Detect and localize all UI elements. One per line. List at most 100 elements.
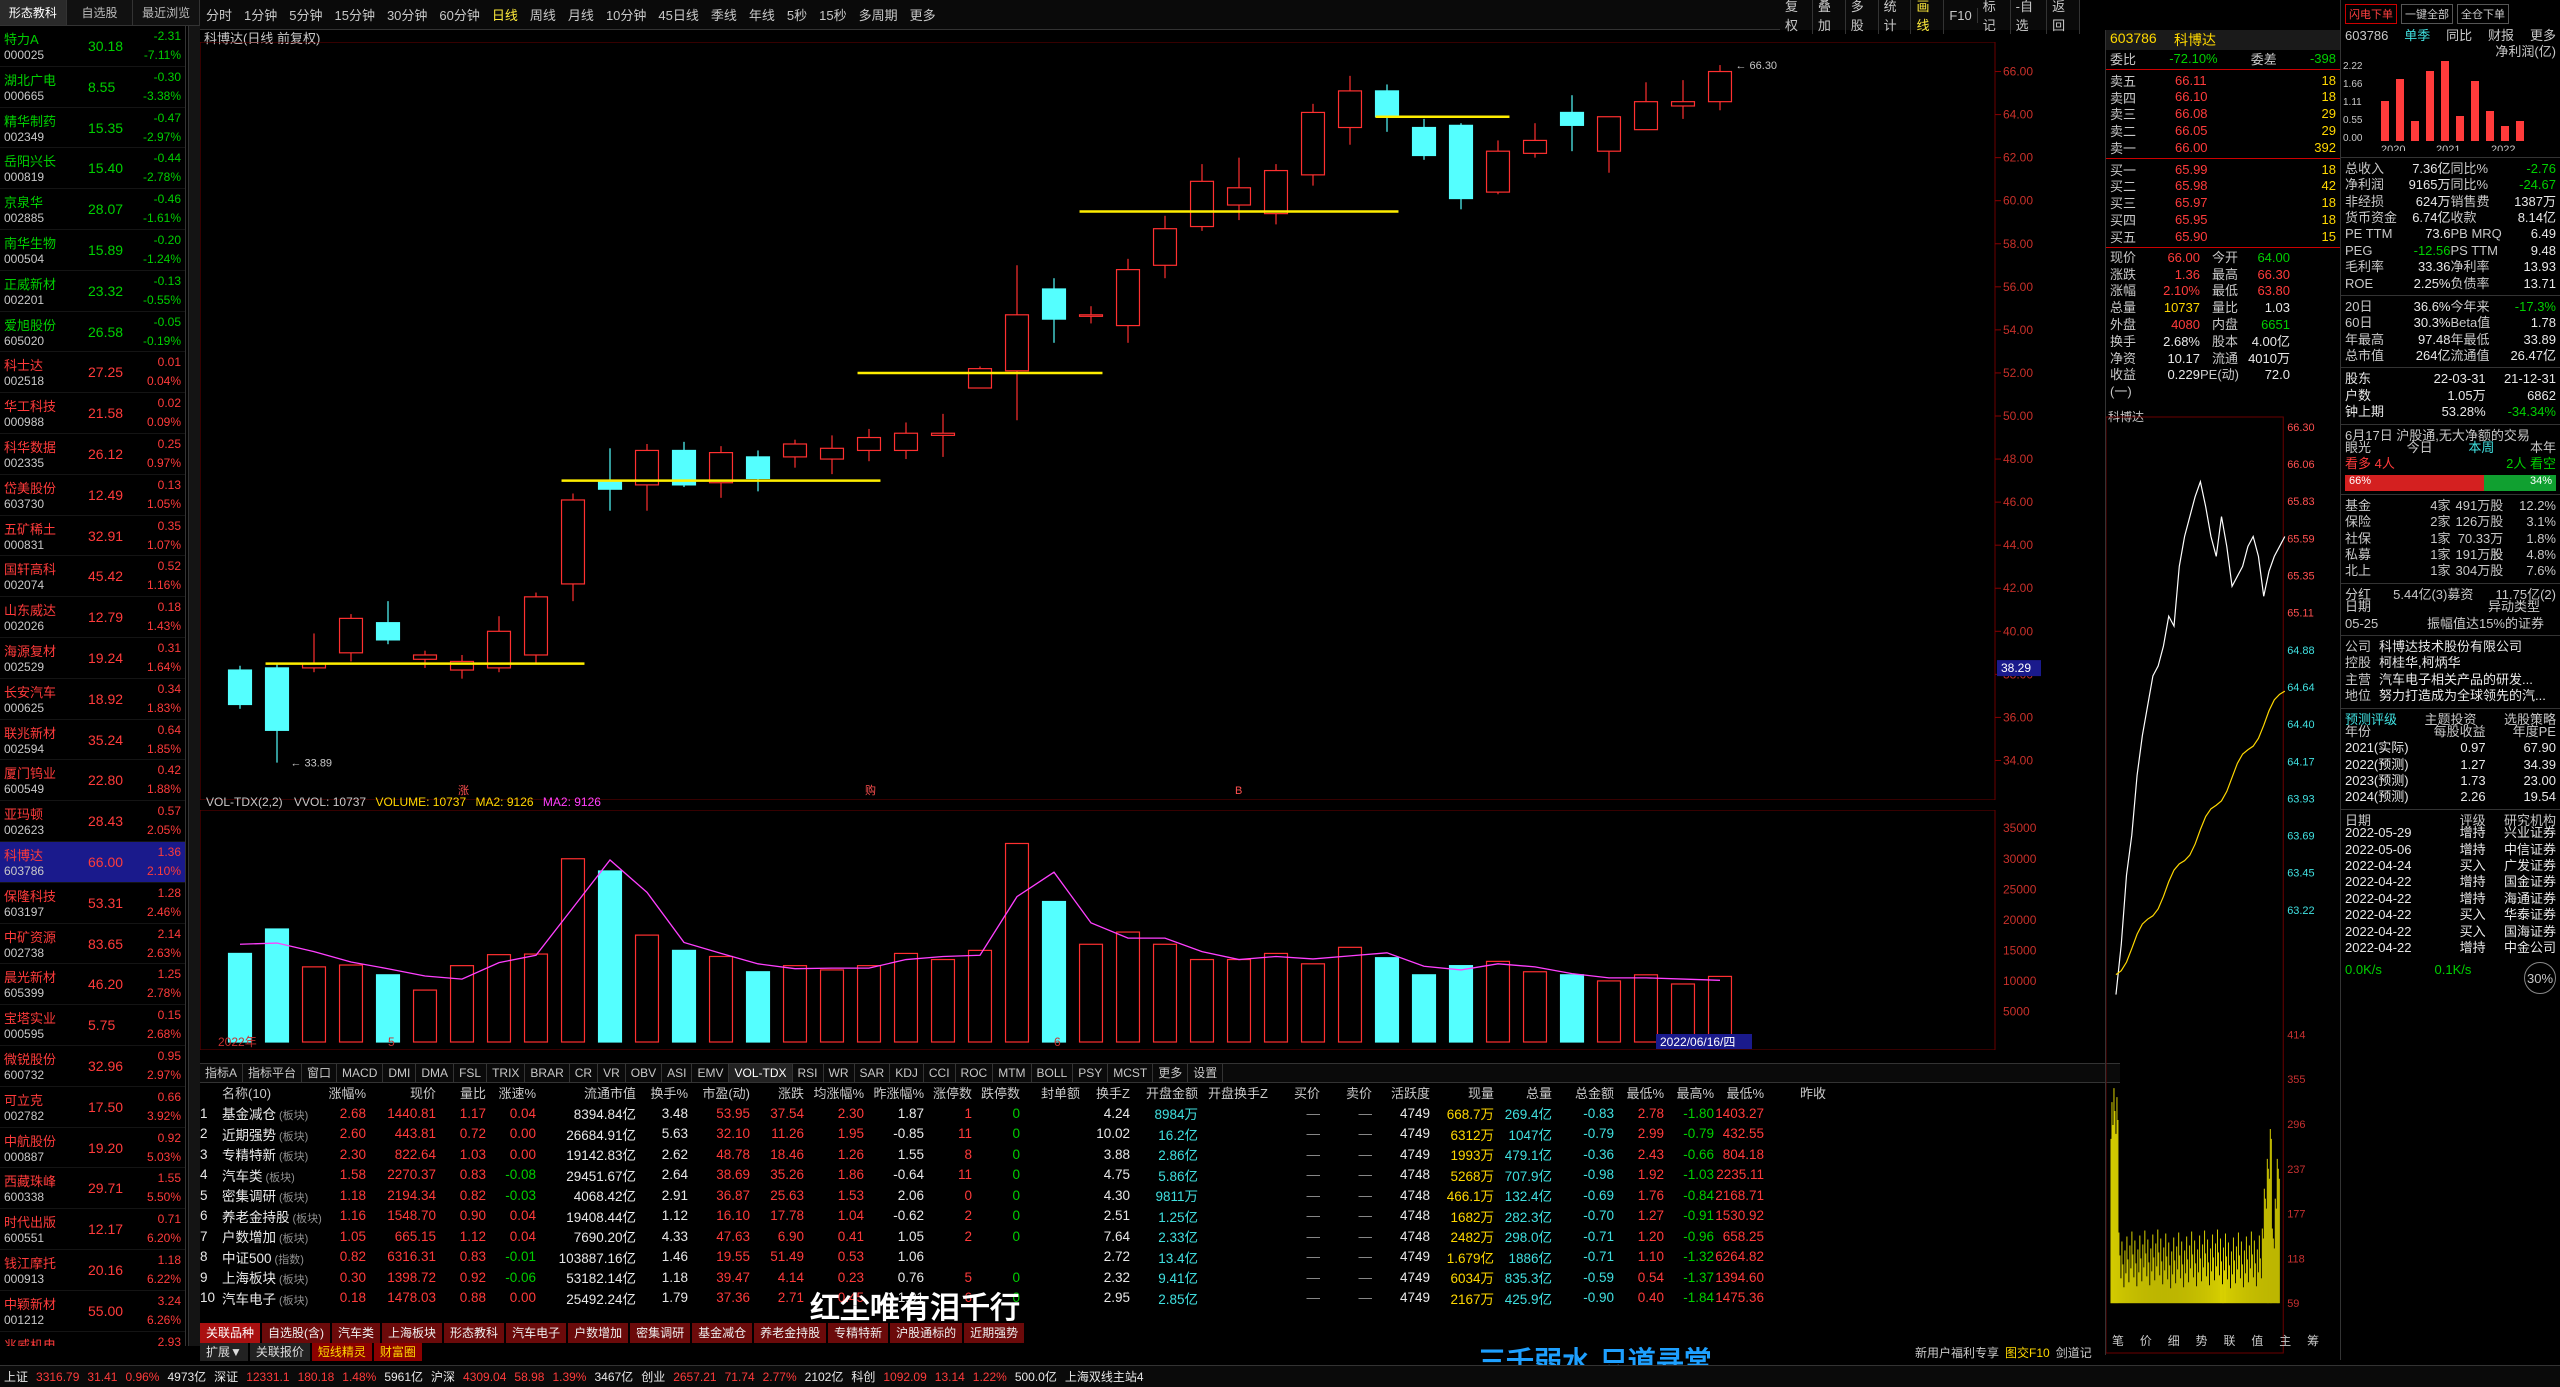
- sector-tab[interactable]: 形态教科: [444, 1323, 505, 1343]
- bid-row[interactable]: 买二 65.98 42: [2106, 178, 2340, 194]
- ind-tab[interactable]: OBV: [626, 1064, 663, 1082]
- ind-tab[interactable]: EMV: [692, 1064, 730, 1082]
- stock-row[interactable]: 岱美股份 603730 12.49 0.13 1.05%: [0, 475, 185, 516]
- stock-row[interactable]: 中颖新材 001212 55.00 3.24 6.26%: [0, 1291, 185, 1332]
- th-cell[interactable]: 开盘换手Z: [1198, 1083, 1268, 1103]
- stock-row[interactable]: 京泉华 002885 28.07 -0.46 -1.61%: [0, 189, 185, 230]
- th-cell[interactable]: 总金额: [1552, 1083, 1614, 1103]
- period-日线[interactable]: 日线: [486, 5, 524, 24]
- table-row[interactable]: 8 中证500 (指数) 0.82 6316.31 0.83 -0.01 103887.16亿…: [200, 1247, 2100, 1268]
- ind-tab[interactable]: TRIX: [487, 1064, 526, 1082]
- sector-tab[interactable]: 上海板块: [382, 1323, 443, 1343]
- tool-button[interactable]: 叠加: [1813, 0, 1846, 34]
- th-cell[interactable]: 总量: [1494, 1083, 1552, 1103]
- stock-row[interactable]: 正威新材 002201 23.32 -0.13 -0.55%: [0, 271, 185, 312]
- th-cell[interactable]: 均涨幅%: [804, 1083, 864, 1103]
- stock-row[interactable]: 厦门钨业 600549 22.80 0.42 1.88%: [0, 760, 185, 802]
- ind-tab[interactable]: 窗口: [302, 1064, 338, 1082]
- mini-tab[interactable]: 筹: [2307, 1334, 2319, 1348]
- table-row[interactable]: 1 基金减仓 (板块) 2.68 1440.81 1.17 0.04 8394.84亿 3.48…: [200, 1103, 2100, 1124]
- period-分时[interactable]: 分时: [200, 5, 238, 24]
- th-cell[interactable]: 量比: [436, 1083, 486, 1103]
- mini-tab[interactable]: 笔: [2112, 1333, 2124, 1348]
- stock-row[interactable]: 兆威机电0030212.93: [0, 1332, 185, 1347]
- bid-row[interactable]: 买四 65.95 18: [2106, 211, 2340, 228]
- period-更多[interactable]: 更多: [904, 5, 942, 24]
- sword-link[interactable]: 剑道记: [2056, 1344, 2092, 1361]
- th-cell[interactable]: 换手Z: [1080, 1083, 1130, 1103]
- ask-row[interactable]: 卖二 66.05 29: [2106, 122, 2340, 139]
- th-cell[interactable]: 跌停数: [972, 1083, 1020, 1103]
- period-15分钟[interactable]: 15分钟: [328, 5, 380, 24]
- order-button[interactable]: 一键全部: [2401, 4, 2453, 24]
- table-row[interactable]: 5 密集调研 (板块) 1.18 2194.34 0.82 -0.03 4068.42亿 2.9…: [200, 1185, 2100, 1206]
- tab-watchlist[interactable]: 自选股: [67, 0, 134, 25]
- cell[interactable]: 本年: [2530, 440, 2556, 456]
- stock-row[interactable]: 保隆科技 603197 53.31 1.28 2.46%: [0, 883, 185, 924]
- stock-row[interactable]: 科士达 002518 27.25 0.01 0.04%: [0, 352, 185, 394]
- stock-row[interactable]: 南华生物 000504 15.89 -0.20 -1.24%: [0, 230, 185, 271]
- stock-row[interactable]: 五矿稀土 000831 32.91 0.35 1.07%: [0, 516, 185, 557]
- th-cell[interactable]: 卖价: [1320, 1083, 1372, 1103]
- stock-row[interactable]: 爱旭股份 605020 26.58 -0.05 -0.19%: [0, 312, 185, 353]
- th-cell[interactable]: 涨跌: [750, 1083, 804, 1103]
- th-cell[interactable]: [200, 1083, 222, 1103]
- mini-tab[interactable]: 主: [2279, 1334, 2291, 1348]
- ind-tab[interactable]: 指标A: [200, 1064, 244, 1082]
- sector-tab[interactable]: 近期强势: [964, 1323, 1025, 1343]
- ask-row[interactable]: 卖五 66.11 18: [2106, 72, 2340, 89]
- ind-tab[interactable]: ROC: [956, 1064, 994, 1082]
- ind-tab[interactable]: ASI: [662, 1064, 693, 1082]
- table-row[interactable]: 10 汽车电子 (板块) 0.18 1478.03 0.88 0.00 25492.24亿 1.…: [200, 1288, 2100, 1309]
- sector-tab[interactable]: 养老金持股: [754, 1323, 827, 1343]
- th-cell[interactable]: 最低%: [1714, 1083, 1764, 1103]
- ext-tab[interactable]: 扩展▼: [200, 1343, 248, 1361]
- table-row[interactable]: 4 汽车类 (板块) 1.58 2270.37 0.83 -0.08 29451.67亿 2.6…: [200, 1165, 2100, 1186]
- period-多周期[interactable]: 多周期: [853, 5, 904, 24]
- cell[interactable]: 本周: [2468, 440, 2494, 456]
- ind-tab[interactable]: BOLL: [1032, 1064, 1074, 1082]
- stock-row[interactable]: 晨光新材 605399 46.20 1.25 2.78%: [0, 964, 185, 1006]
- ext-tab[interactable]: 财富圈: [373, 1343, 422, 1361]
- stock-row[interactable]: 岳阳兴长 000819 15.40 -0.44 -2.78%: [0, 148, 185, 190]
- stock-row[interactable]: 特力A 000025 30.18 -2.31 -7.11%: [0, 26, 185, 67]
- th-cell[interactable]: 昨收: [1764, 1083, 1826, 1103]
- ind-tab[interactable]: 更多: [1153, 1064, 1189, 1082]
- fin-tab[interactable]: 同比: [2446, 28, 2472, 44]
- sector-tab[interactable]: 关联品种: [200, 1323, 261, 1343]
- table-row[interactable]: 2 近期强势 (板块) 2.60 443.81 0.72 0.00 26684.91亿 5.63…: [200, 1124, 2100, 1145]
- table-row[interactable]: 7 户数增加 (板块) 1.05 665.15 1.12 0.04 7690.20亿 4.33 4…: [200, 1226, 2100, 1247]
- ind-tab[interactable]: 指标平台: [243, 1064, 303, 1082]
- stock-row[interactable]: 华工科技 000988 21.58 0.02 0.09%: [0, 393, 185, 434]
- ind-tab[interactable]: MCST: [1108, 1064, 1154, 1082]
- th-cell[interactable]: 开盘金额: [1130, 1083, 1198, 1103]
- sector-tab[interactable]: 汽车电子: [506, 1323, 567, 1343]
- sector-tab[interactable]: 户数增加: [568, 1323, 629, 1343]
- period-1分钟[interactable]: 1分钟: [238, 5, 283, 24]
- table-row[interactable]: 6 养老金持股 (板块) 1.16 1548.70 0.90 0.04 19408.44亿 1.…: [200, 1206, 2100, 1227]
- period-5秒[interactable]: 5秒: [781, 5, 813, 24]
- stock-row[interactable]: 国轩高科 002074 45.42 0.52 1.16%: [0, 556, 185, 598]
- ind-tab[interactable]: WR: [824, 1064, 855, 1082]
- mini-tab[interactable]: 势: [2196, 1334, 2208, 1348]
- tool-button[interactable]: 统计: [1879, 0, 1912, 34]
- stock-row[interactable]: 联兆新材 002594 35.24 0.64 1.85%: [0, 720, 185, 761]
- order-button[interactable]: 全仓下单: [2457, 4, 2509, 24]
- ind-tab[interactable]: KDJ: [890, 1064, 924, 1082]
- th-cell[interactable]: 最高%: [1664, 1083, 1714, 1103]
- th-cell[interactable]: 换手%: [636, 1083, 688, 1103]
- order-button[interactable]: 闪电下单: [2345, 4, 2397, 24]
- th-cell[interactable]: 昨涨幅%: [864, 1083, 924, 1103]
- mini-tab[interactable]: 联: [2223, 1334, 2235, 1348]
- stock-row[interactable]: 微锐股份 600732 32.96 0.95 2.97%: [0, 1046, 185, 1087]
- sector-tab[interactable]: 汽车类: [332, 1323, 381, 1343]
- tab-pattern[interactable]: 形态教科: [0, 0, 67, 25]
- stock-row[interactable]: 海源复材 002529 19.24 0.31 1.64%: [0, 638, 185, 679]
- tool-button[interactable]: -自选: [2011, 0, 2048, 34]
- th-cell[interactable]: 流通市值: [536, 1083, 636, 1103]
- ext-tab[interactable]: 短线精灵: [311, 1343, 372, 1361]
- tab-recent[interactable]: 最近浏览: [133, 0, 201, 25]
- cell[interactable]: 今日: [2407, 440, 2433, 456]
- fin-tab[interactable]: 更多: [2530, 28, 2556, 44]
- stock-row[interactable]: 钱江摩托 000913 20.16 1.18 6.22%: [0, 1250, 185, 1291]
